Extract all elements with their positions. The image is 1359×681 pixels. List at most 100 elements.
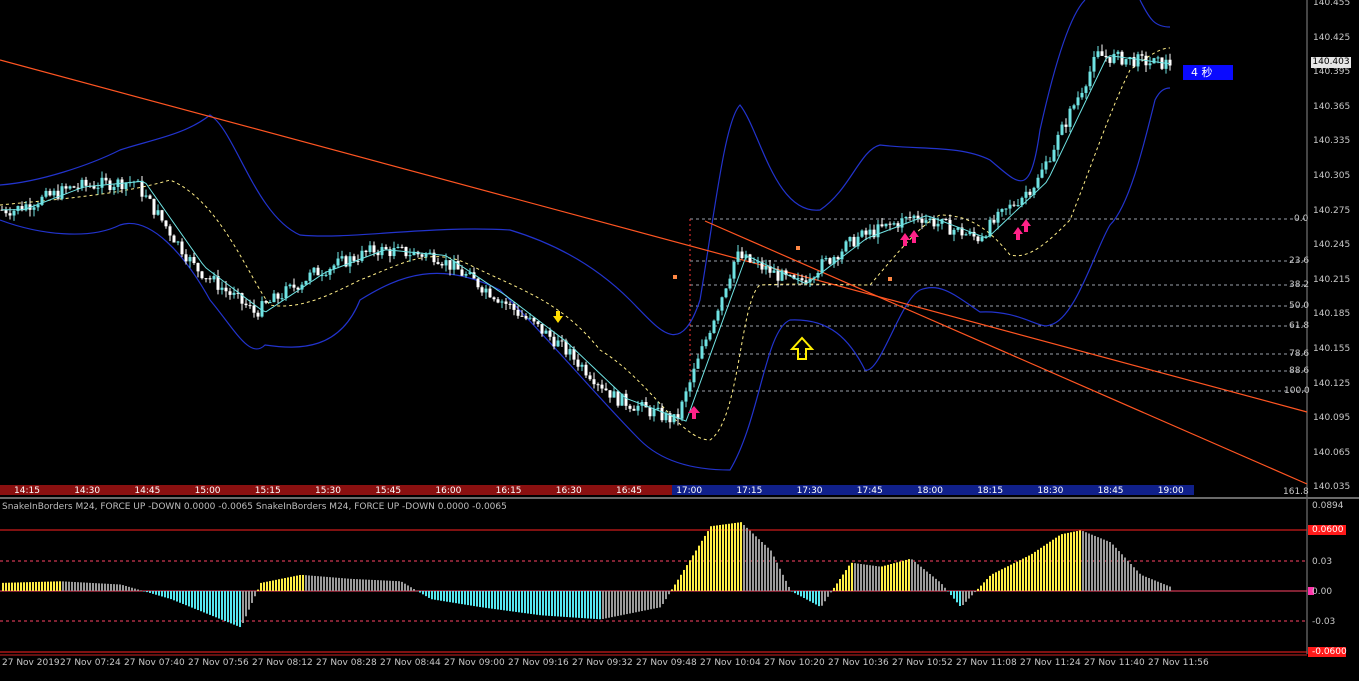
histogram-bar <box>491 591 493 609</box>
candle-body <box>4 209 8 214</box>
histogram-bar <box>488 591 490 609</box>
candle-body <box>400 246 404 248</box>
histogram-bar <box>743 524 745 591</box>
histogram-bar <box>479 591 481 608</box>
histogram-bar <box>551 591 553 617</box>
histogram-bar <box>767 547 769 591</box>
candle-body <box>1096 51 1100 57</box>
histogram-bar <box>1013 563 1015 591</box>
time-bar-label: 19:00 <box>1157 486 1184 496</box>
histogram-bar <box>1001 569 1003 591</box>
candle-body <box>1040 169 1044 178</box>
histogram-bar <box>227 591 229 623</box>
histogram-bar <box>347 578 349 591</box>
time-bar-label: 17:30 <box>796 486 823 496</box>
candle-body <box>84 179 88 186</box>
candle-body <box>12 210 16 216</box>
histogram-bar <box>653 591 655 609</box>
candle-body <box>148 195 152 199</box>
candle-body <box>852 236 856 247</box>
candle-body <box>124 182 128 190</box>
price-axis-label: 140.365 <box>1313 101 1351 112</box>
histogram-bar <box>560 591 562 617</box>
candle-body <box>920 218 924 223</box>
histogram-bar <box>368 579 370 591</box>
price-axis-label: 140.305 <box>1313 171 1351 181</box>
histogram-bar <box>1112 544 1114 591</box>
candle-body <box>772 270 776 273</box>
histogram-bar <box>839 578 841 591</box>
candle-body <box>580 364 584 367</box>
histogram-bar <box>815 591 817 605</box>
histogram-bar <box>218 591 220 619</box>
histogram-bar <box>797 591 799 595</box>
envelope-bands <box>0 0 1171 471</box>
histogram-bar <box>251 591 253 603</box>
histogram-bar <box>755 536 757 591</box>
candle-body <box>356 260 360 262</box>
candle-body <box>496 299 500 303</box>
fibonacci-retracement[interactable] <box>689 218 1307 392</box>
candle-body <box>892 223 896 225</box>
histogram-bar <box>869 565 871 591</box>
histogram-bar <box>122 585 124 591</box>
candlestick-series[interactable] <box>0 44 1172 429</box>
histogram-bar <box>1121 554 1123 591</box>
histogram-bar <box>704 535 706 591</box>
time-axis-label: 27 Nov 08:28 <box>316 658 377 668</box>
fib-level-label: 38.2 <box>1289 280 1310 290</box>
trendline-long <box>0 59 1308 413</box>
histogram-bar <box>596 591 598 620</box>
histogram-bar <box>698 545 700 591</box>
price-chart[interactable] <box>0 0 1359 677</box>
histogram-bar <box>362 579 364 591</box>
candle-body <box>188 257 192 262</box>
candle-body <box>764 266 768 270</box>
candle-body <box>160 210 164 221</box>
histogram-bar <box>254 591 256 597</box>
histogram-bar <box>113 584 115 591</box>
histogram-bar <box>395 581 397 591</box>
histogram-bar <box>740 522 742 591</box>
candle-body <box>340 256 344 259</box>
histogram-bar <box>464 591 466 605</box>
histogram-bar <box>1010 564 1012 591</box>
histogram-bar <box>1082 531 1084 591</box>
time-axis-label: 27 Nov 08:44 <box>380 658 441 668</box>
candle-body <box>928 218 932 221</box>
candle-body <box>604 388 608 391</box>
histogram-bar <box>1148 578 1150 591</box>
histogram-bar <box>914 561 916 591</box>
candle-body <box>800 278 804 281</box>
histogram-bar <box>584 591 586 619</box>
histogram-bar <box>71 581 73 591</box>
histogram-bar <box>881 566 883 591</box>
candle-body <box>712 320 716 333</box>
candle-body <box>520 315 524 317</box>
candle-body <box>396 246 400 249</box>
histogram-bar <box>542 591 544 616</box>
histogram-bar <box>626 591 628 615</box>
histogram-bar <box>98 583 100 591</box>
candle-body <box>656 407 660 410</box>
candle-body <box>992 219 996 223</box>
candle-body <box>948 219 952 235</box>
histogram-bar <box>1145 576 1147 591</box>
histogram-bar <box>194 591 196 609</box>
candle-body <box>1068 108 1072 127</box>
force-histogram[interactable] <box>2 522 1171 628</box>
histogram-bar <box>878 566 880 591</box>
candle-body <box>272 293 276 303</box>
histogram-bar <box>344 578 346 591</box>
candle-body <box>524 316 528 319</box>
candle-body <box>144 195 148 197</box>
histogram-bar <box>1157 581 1159 591</box>
histogram-bar <box>155 591 157 595</box>
histogram-bar <box>923 569 925 591</box>
candle-body <box>1080 92 1084 98</box>
histogram-bar <box>140 590 142 591</box>
candle-body <box>576 359 580 367</box>
candle-body <box>1072 105 1076 109</box>
trading-terminal[interactable]: 140.455 140.425 140.395 140.365 140.335 140.3… <box>0 0 1359 677</box>
histogram-bar <box>764 544 766 591</box>
